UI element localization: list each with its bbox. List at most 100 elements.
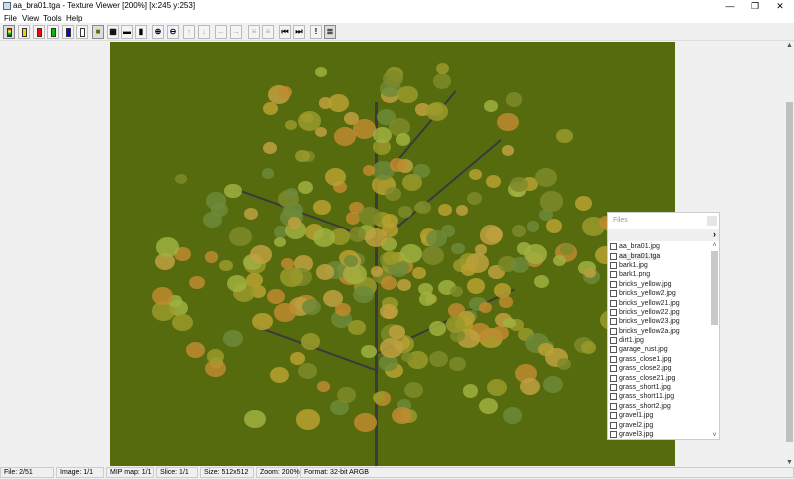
channel-green-button[interactable] xyxy=(47,25,59,39)
leaf xyxy=(296,409,321,430)
image-next-button[interactable]: → xyxy=(230,25,242,39)
file-list-item[interactable]: bricks_yellow21.jpg xyxy=(610,298,710,307)
maximize-button[interactable]: ❐ xyxy=(743,0,767,13)
files-scrollbar-thumb[interactable] xyxy=(711,251,718,325)
file-checkbox[interactable] xyxy=(610,412,617,420)
close-button[interactable]: ✕ xyxy=(768,0,792,13)
background-checker-button[interactable]: ▦ xyxy=(107,25,119,39)
file-list-item[interactable]: aa_bra01.jpg xyxy=(610,242,710,251)
file-list-item[interactable]: grass_short1.jpg xyxy=(610,383,710,392)
leaf xyxy=(314,66,327,78)
file-list-item[interactable]: grass_short2.jpg xyxy=(610,402,710,411)
file-list-item[interactable]: bark1.jpg xyxy=(610,261,710,270)
file-list-item[interactable]: grass_short11.jpg xyxy=(610,392,710,401)
fit-width-button[interactable]: ▬ xyxy=(121,25,133,39)
file-checkbox[interactable] xyxy=(610,308,617,316)
file-name: garage_rust.jpg xyxy=(619,346,668,354)
zoom-in-button[interactable]: ⊕ xyxy=(152,25,164,39)
leaf xyxy=(290,352,305,365)
chevron-down-icon[interactable]: ˅ xyxy=(710,432,719,439)
channel-alpha-button[interactable] xyxy=(76,25,88,39)
leaf xyxy=(261,168,275,180)
file-list-item[interactable]: garage_rust.jpg xyxy=(610,345,710,354)
channel-alpha-rgb-button[interactable] xyxy=(18,25,30,39)
channel-blue-button[interactable] xyxy=(62,25,74,39)
file-last-button[interactable]: ⏭ xyxy=(293,25,305,39)
zoom-out-button[interactable]: ⊖ xyxy=(167,25,179,39)
file-list-item[interactable]: bricks_yellow2.jpg xyxy=(610,289,710,298)
main-vertical-scrollbar[interactable]: ▲ ▼ xyxy=(785,42,794,466)
file-list-item[interactable]: bricks_yellow22.jpg xyxy=(610,308,710,317)
files-close-button[interactable] xyxy=(707,216,717,226)
mip-up-button[interactable]: ↑ xyxy=(183,25,195,39)
fit-height-button[interactable]: ▮ xyxy=(135,25,147,39)
scroll-up-icon[interactable]: ▲ xyxy=(785,42,794,49)
file-checkbox[interactable] xyxy=(610,374,617,382)
file-list-item[interactable]: dirt1.jpg xyxy=(610,336,710,345)
file-checkbox[interactable] xyxy=(610,271,617,279)
leaf xyxy=(382,251,399,265)
file-checkbox[interactable] xyxy=(610,346,617,354)
menu-file[interactable]: File xyxy=(4,14,17,23)
background-solid-button[interactable]: ■ xyxy=(92,25,104,39)
file-checkbox[interactable] xyxy=(610,318,617,326)
file-list-item[interactable]: bricks_yellow23.jpg xyxy=(610,317,710,326)
leaf xyxy=(284,119,297,131)
file-list-item[interactable]: gravel2.jpg xyxy=(610,420,710,429)
slice-prev-button[interactable]: ≡ xyxy=(248,25,260,39)
leaf xyxy=(266,288,286,305)
file-checkbox[interactable] xyxy=(610,299,617,307)
file-list-item[interactable]: gravel3.jpg xyxy=(610,430,710,439)
info-button[interactable]: ! xyxy=(310,25,322,39)
file-list: aa_bra01.jpg aa_bra01.tga bark1.jpg bark1.p… xyxy=(610,242,710,439)
channel-red-button[interactable] xyxy=(33,25,45,39)
file-checkbox[interactable] xyxy=(610,421,617,429)
expand-icon[interactable]: › xyxy=(713,229,716,239)
menu-help[interactable]: Help xyxy=(66,14,82,23)
leaf xyxy=(205,192,227,210)
file-list-item[interactable]: aa_bra01.tga xyxy=(610,251,710,260)
minimize-button[interactable]: — xyxy=(718,0,742,13)
file-name: aa_bra01.jpg xyxy=(619,243,660,251)
file-list-item[interactable]: bark1.png xyxy=(610,270,710,279)
file-checkbox[interactable] xyxy=(610,355,617,363)
file-list-item[interactable]: grass_close1.jpg xyxy=(610,355,710,364)
channel-rgba-button[interactable] xyxy=(3,25,15,39)
file-checkbox[interactable] xyxy=(610,280,617,288)
file-list-item[interactable]: grass_close21.jpg xyxy=(610,373,710,382)
file-checkbox[interactable] xyxy=(610,290,617,298)
file-first-button[interactable]: ⏮ xyxy=(279,25,291,39)
leaf xyxy=(333,127,356,146)
file-list-item[interactable]: bricks_yellow2a.jpg xyxy=(610,327,710,336)
file-checkbox[interactable] xyxy=(610,252,617,260)
file-list-item[interactable]: bricks_yellow.jpg xyxy=(610,280,710,289)
mip-down-button[interactable]: ↓ xyxy=(198,25,210,39)
leaf xyxy=(297,180,314,194)
files-panel-button[interactable]: ≣ xyxy=(324,25,336,39)
file-list-item[interactable]: grass_close2.jpg xyxy=(610,364,710,373)
leaf xyxy=(244,409,266,429)
files-panel: Files › aa_bra01.jpg aa_bra01.tga bark1.jp… xyxy=(607,212,720,440)
file-checkbox[interactable] xyxy=(610,337,617,345)
texture-canvas[interactable] xyxy=(110,42,675,466)
scrollbar-thumb[interactable] xyxy=(786,102,793,442)
file-checkbox[interactable] xyxy=(610,261,617,269)
file-checkbox[interactable] xyxy=(610,243,617,251)
leaf xyxy=(534,167,558,187)
leaf xyxy=(560,243,574,256)
file-checkbox[interactable] xyxy=(610,431,617,438)
chevron-up-icon[interactable]: ˄ xyxy=(710,242,719,249)
menu-view[interactable]: View xyxy=(22,14,39,23)
file-checkbox[interactable] xyxy=(610,365,617,373)
menu-tools[interactable]: Tools xyxy=(43,14,62,23)
slice-next-button[interactable]: ≡ xyxy=(262,25,274,39)
status-zoom: Zoom: 200% xyxy=(256,467,300,478)
file-checkbox[interactable] xyxy=(610,402,617,410)
scroll-down-icon[interactable]: ▼ xyxy=(785,459,794,466)
files-scrollbar[interactable]: ˄ ˅ xyxy=(710,242,719,439)
image-prev-button[interactable]: ← xyxy=(215,25,227,39)
file-checkbox[interactable] xyxy=(610,327,617,335)
file-checkbox[interactable] xyxy=(610,384,617,392)
file-checkbox[interactable] xyxy=(610,393,617,401)
file-list-item[interactable]: gravel1.jpg xyxy=(610,411,710,420)
